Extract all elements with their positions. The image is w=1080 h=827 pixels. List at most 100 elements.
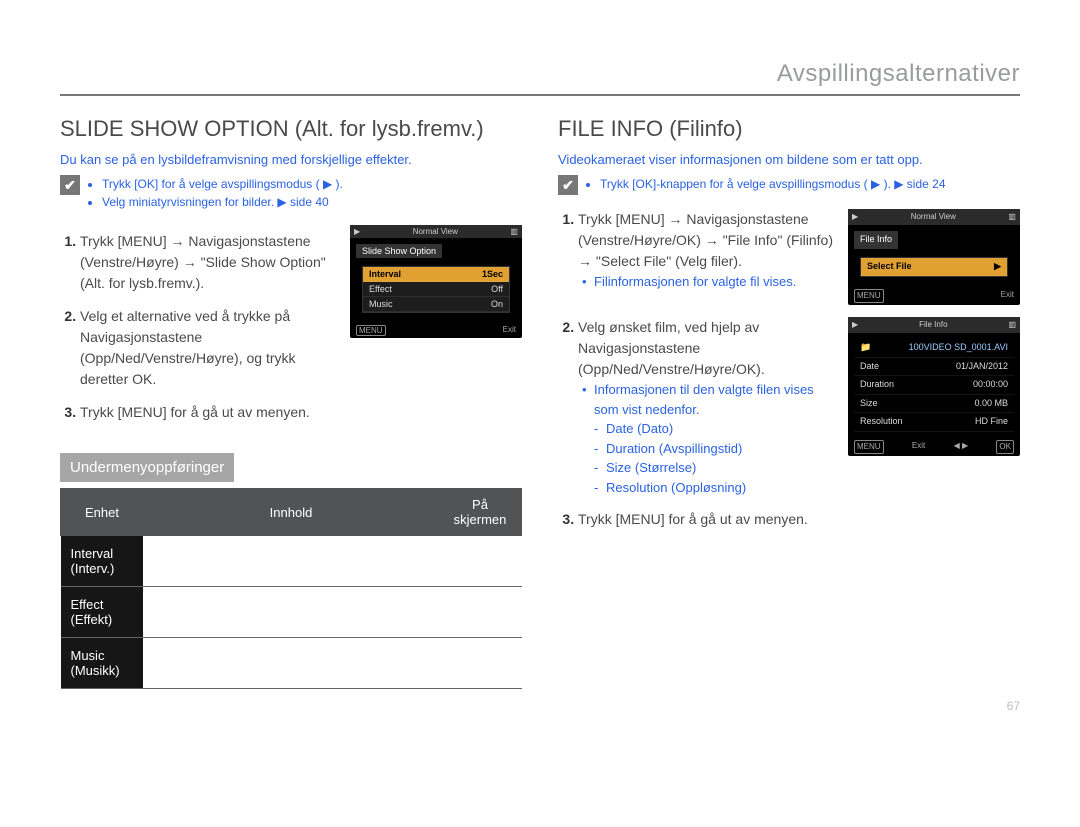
- screenshot-fileinfo-detail: ▶ File Info ▥ 📁 100VIDEO SD_0001.AVI: [848, 317, 1020, 456]
- step-1: Trykk [MENU] → Navigasjonstastene (Venst…: [80, 231, 338, 294]
- play-icon: ▶: [852, 211, 858, 223]
- table-row: Music (Musikk): [61, 638, 522, 689]
- info-row: Resolution HD Fine: [854, 413, 1014, 432]
- left-steps: Trykk [MENU] → Navigasjonstastene (Venst…: [60, 231, 338, 435]
- th-screen: På skjermen: [439, 489, 522, 536]
- opt-label: Effect: [369, 284, 392, 294]
- left-steps-row: Trykk [MENU] → Navigasjonstastene (Venst…: [60, 225, 522, 435]
- battery-icon: ▥: [1008, 211, 1016, 223]
- info-key: Date: [860, 360, 879, 374]
- shot-header: ▶ Normal View ▥: [848, 209, 1020, 225]
- screenshot-fileinfo-select: ▶ Normal View ▥ File Info Select File ▶: [848, 209, 1020, 305]
- info-key: Size: [860, 397, 878, 411]
- exit-label: Exit: [503, 325, 516, 336]
- step-2-text: Velg ønsket film, ved hjelp av Navigasjo…: [578, 319, 765, 377]
- opt-label: Interval: [369, 269, 401, 279]
- th-item: Enhet: [61, 489, 144, 536]
- note-line: Trykk [OK]-knappen for å velge avspillin…: [600, 175, 946, 193]
- file-name: 100VIDEO SD_0001.AVI: [909, 341, 1008, 355]
- check-icon: ✔: [60, 175, 80, 195]
- cell-screen: [439, 638, 522, 689]
- opt-label: Select File: [867, 260, 912, 274]
- info-row: Date 01/JAN/2012: [854, 358, 1014, 377]
- right-column: FILE INFO (Filinfo) Videokameraet viser …: [558, 110, 1020, 689]
- menu-badge: MENU: [854, 289, 884, 303]
- info-date: Date (Dato): [578, 419, 836, 439]
- menu-badge: MENU: [854, 440, 884, 454]
- option-list: Interval 1Sec Effect Off Music On: [362, 266, 510, 313]
- battery-icon: ▥: [510, 227, 518, 236]
- shot-footer: MENU Exit ◀ ▶ OK: [848, 438, 1020, 456]
- step-1-sub: Filinformasjonen for valgte fil vises.: [578, 272, 836, 292]
- folder-icon: 📁: [860, 341, 871, 355]
- note-line: Velg miniatyrvisningen for bilder. ▶ sid…: [102, 193, 343, 211]
- panel-title: Slide Show Option: [356, 244, 442, 258]
- right-note-list: Trykk [OK]-knappen for å velge avspillin…: [586, 175, 946, 193]
- file-name-row: 📁 100VIDEO SD_0001.AVI: [854, 339, 1014, 358]
- info-row: Duration 00:00:00: [854, 376, 1014, 395]
- info-value: HD Fine: [975, 415, 1008, 429]
- two-column-layout: SLIDE SHOW OPTION (Alt. for lysb.fremv.)…: [60, 110, 1020, 689]
- step-2: Velg et alternative ved å trykke på Navi…: [80, 306, 338, 390]
- step-1: Trykk [MENU] → Navigasjonstastene (Venst…: [578, 209, 1020, 305]
- shot-body: Slide Show Option Interval 1Sec Effect O…: [350, 238, 522, 323]
- play-icon: ▶: [354, 227, 360, 236]
- info-key: Duration: [860, 378, 894, 392]
- info-resolution: Resolution (Oppløsning): [578, 478, 836, 498]
- cell-content: [143, 638, 438, 689]
- shot-body: 📁 100VIDEO SD_0001.AVI Date 01/JAN/2012 …: [848, 333, 1020, 438]
- step-1-text: Trykk [MENU] → Navigasjonstastene (Venst…: [578, 211, 833, 269]
- check-icon: ✔: [558, 175, 578, 195]
- opt-label: Music: [369, 299, 393, 309]
- info-duration: Duration (Avspillingstid): [578, 439, 836, 459]
- shot-title: File Info: [919, 319, 947, 331]
- right-note: ✔ Trykk [OK]-knappen for å velge avspill…: [558, 175, 1020, 195]
- cell-content: [143, 536, 438, 587]
- exit-label: Exit: [912, 440, 925, 454]
- table-row: Interval (Interv.): [61, 536, 522, 587]
- cell-screen: [439, 536, 522, 587]
- left-lead: Du kan se på en lysbildeframvisning med …: [60, 152, 522, 167]
- option-row: Effect Off: [363, 282, 509, 297]
- header-bar: Avspillingsalternativer: [60, 60, 1020, 96]
- panel-title: File Info: [854, 231, 898, 249]
- shot-body: File Info Select File ▶: [848, 225, 1020, 287]
- opt-value: On: [491, 299, 503, 309]
- move-hint: ◀ ▶: [954, 440, 969, 454]
- submenu-table: Enhet Innhold På skjermen Interval (Inte…: [60, 488, 522, 689]
- info-key: Resolution: [860, 415, 903, 429]
- right-lead: Videokameraet viser informasjonen om bil…: [558, 152, 1020, 167]
- info-row: Size 0.00 MB: [854, 395, 1014, 414]
- menu-badge: MENU: [356, 325, 386, 336]
- step-3: Trykk [MENU] for å gå ut av menyen.: [578, 509, 1020, 530]
- manual-page: Avspillingsalternativer SLIDE SHOW OPTIO…: [0, 0, 1080, 743]
- option-row: Interval 1Sec: [363, 267, 509, 282]
- screenshot-slideshow: ▶ Normal View ▥ Slide Show Option Interv…: [350, 225, 522, 338]
- ok-badge: OK: [996, 440, 1014, 454]
- left-note: ✔ Trykk [OK] for å velge avspillingsmodu…: [60, 175, 522, 211]
- option-list: Select File ▶: [860, 257, 1008, 278]
- info-value: 0.00 MB: [974, 397, 1008, 411]
- shot-header: ▶ File Info ▥: [848, 317, 1020, 333]
- th-content: Innhold: [143, 489, 438, 536]
- note-line: Trykk [OK] for å velge avspillingsmodus …: [102, 175, 343, 193]
- left-column: SLIDE SHOW OPTION (Alt. for lysb.fremv.)…: [60, 110, 522, 689]
- cell-item: Effect (Effekt): [61, 587, 144, 638]
- cell-item: Interval (Interv.): [61, 536, 144, 587]
- play-icon: ▶: [852, 319, 858, 331]
- cell-item: Music (Musikk): [61, 638, 144, 689]
- info-size: Size (Størrelse): [578, 458, 836, 478]
- page-number: 67: [60, 699, 1020, 713]
- shot-title: Normal View: [413, 227, 458, 236]
- right-heading: FILE INFO (Filinfo): [558, 116, 1020, 142]
- right-steps: Trykk [MENU] → Navigasjonstastene (Venst…: [558, 209, 1020, 530]
- info-value: 01/JAN/2012: [956, 360, 1008, 374]
- submenu-heading: Undermenyoppføringer: [60, 453, 234, 482]
- step-2: Velg ønsket film, ved hjelp av Navigasjo…: [578, 317, 1020, 497]
- page-title: Avspillingsalternativer: [777, 60, 1020, 87]
- shot-title: Normal View: [911, 211, 956, 223]
- battery-icon: ▥: [1008, 319, 1016, 331]
- exit-label: Exit: [1001, 289, 1014, 303]
- step-2-sub-lead: Informasjonen til den valgte filen vises…: [578, 380, 836, 419]
- option-row: Select File ▶: [861, 258, 1007, 277]
